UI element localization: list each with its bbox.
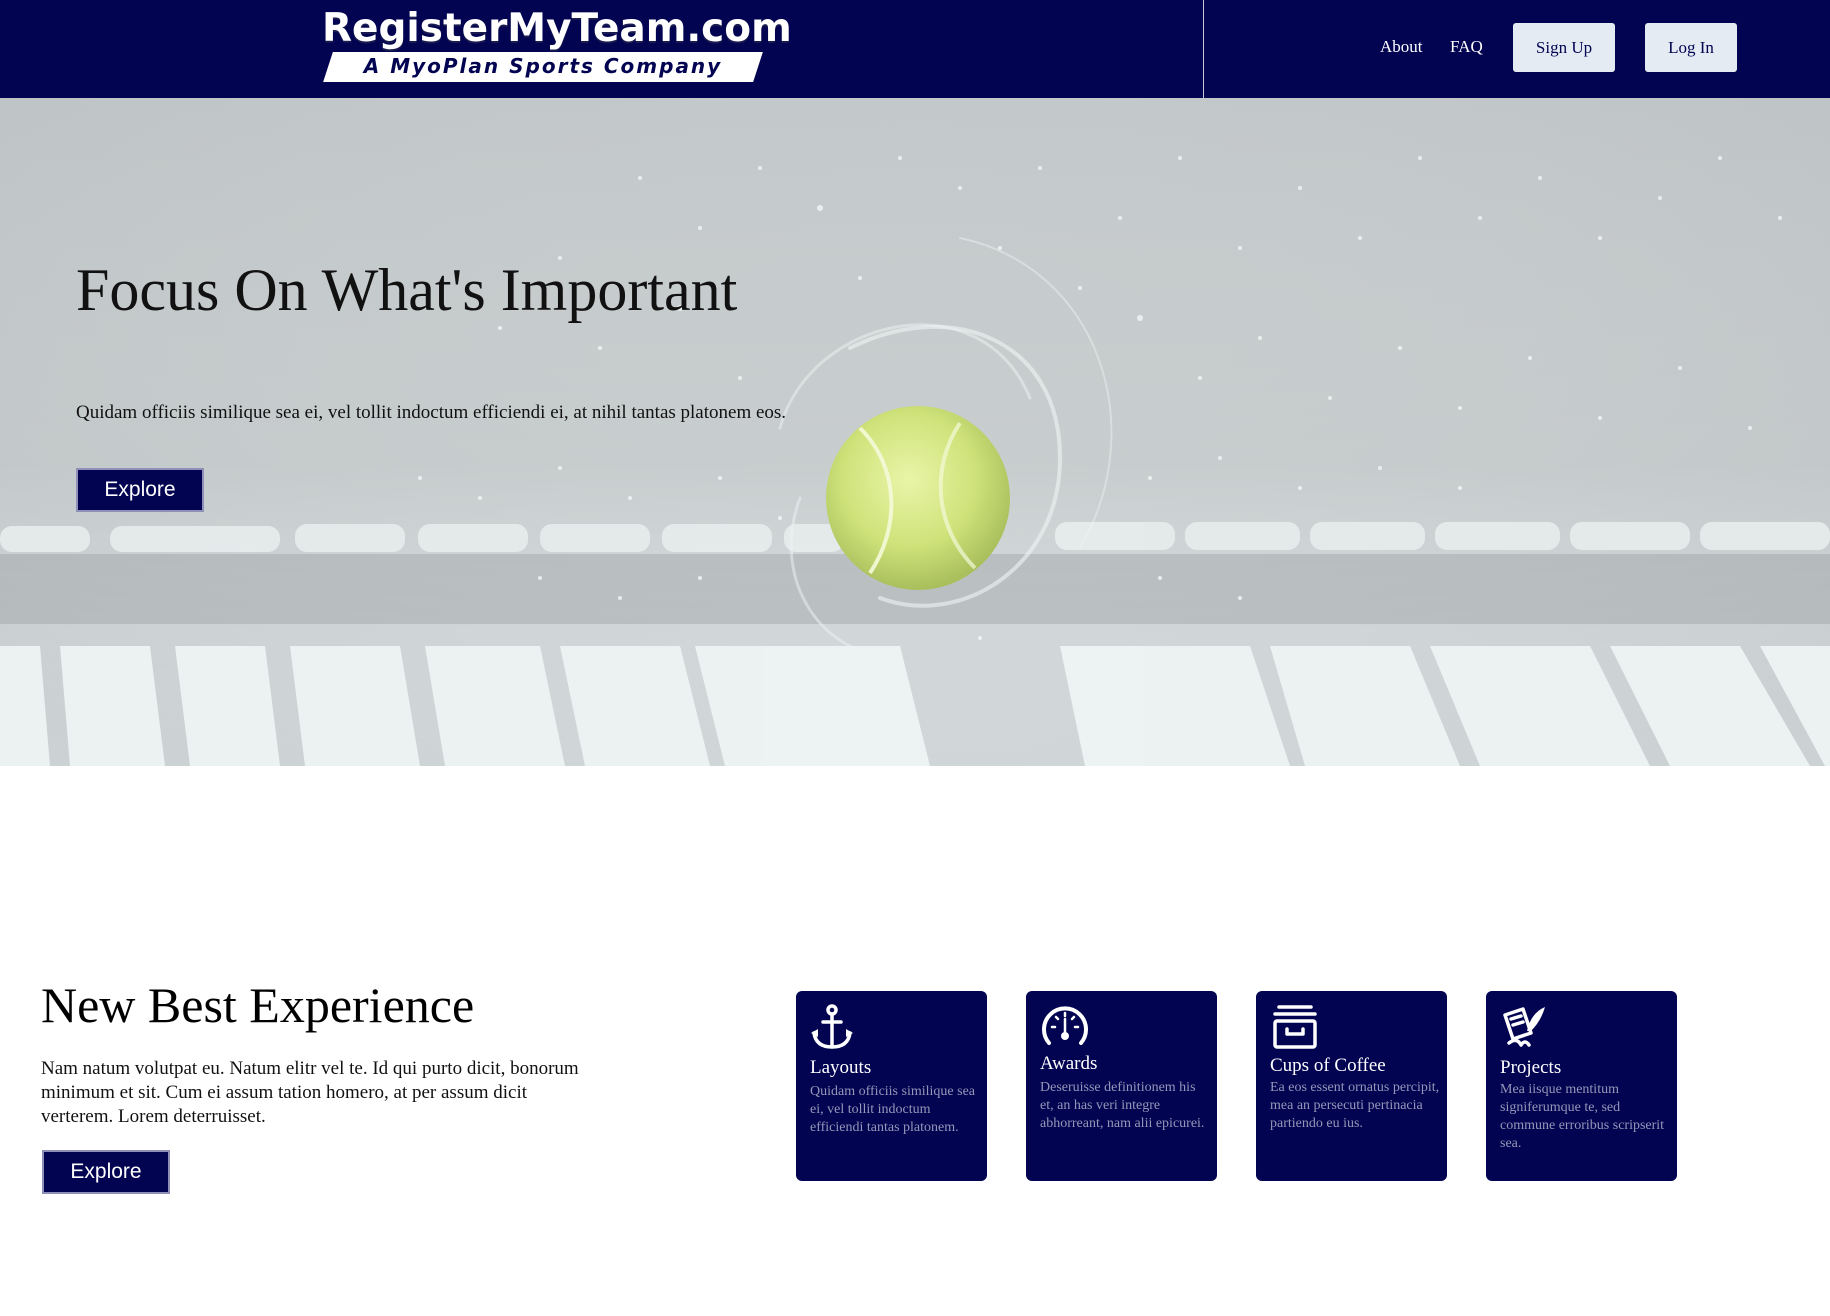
card-text: Ea eos essent ornatus percipit, mea an p…: [1270, 1080, 1440, 1131]
card-title: Projects: [1500, 1057, 1562, 1078]
archive-icon: [1273, 1005, 1317, 1049]
hero-explore-button[interactable]: Explore: [76, 468, 204, 512]
hero-banner: Focus On What's Important Quidam officii…: [0, 98, 1830, 766]
feature-card-cups-of-coffee[interactable]: Cups of Coffee Ea eos essent ornatus per…: [1256, 991, 1447, 1181]
section-text: Nam natum volutpat eu. Natum elitr vel t…: [41, 1058, 579, 1127]
feature-card-layouts[interactable]: Layouts Quidam officiis similique sea ei…: [796, 991, 987, 1181]
top-header: RegisterMyTeam.com A MyoPlan Sports Comp…: [0, 0, 1830, 98]
hero-title: Focus On What's Important: [76, 257, 738, 323]
card-title: Awards: [1040, 1053, 1098, 1074]
site-logo[interactable]: RegisterMyTeam.com A MyoPlan Sports Comp…: [320, 4, 792, 84]
logo-tagline: A MyoPlan Sports Company: [363, 54, 723, 78]
nav-faq-link[interactable]: FAQ: [1450, 37, 1483, 57]
hero-background-image: [0, 98, 1830, 766]
card-text: Deseruisse definitionem his et, an has v…: [1040, 1080, 1205, 1131]
anchor-icon: [811, 1004, 853, 1049]
card-title: Cups of Coffee: [1270, 1055, 1386, 1076]
nav-about-link[interactable]: About: [1380, 37, 1423, 57]
section-title: New Best Experience: [41, 977, 475, 1033]
tennis-ball-image: [826, 406, 1010, 590]
sign-up-button[interactable]: Sign Up: [1513, 23, 1615, 72]
feature-card-awards[interactable]: Awards Deseruisse definitionem his et, a…: [1026, 991, 1217, 1181]
card-text: Mea iisque mentitum signiferumque te, se…: [1500, 1082, 1665, 1151]
card-text: Quidam officiis similique sea ei, vel to…: [810, 1084, 975, 1135]
feature-card-projects[interactable]: Projects Mea iisque mentitum signiferumq…: [1486, 991, 1677, 1181]
card-title: Layouts: [810, 1057, 872, 1078]
log-in-button[interactable]: Log In: [1645, 23, 1737, 72]
contract-icon: [1503, 1007, 1545, 1047]
logo-wordmark: RegisterMyTeam.com: [322, 6, 792, 51]
hero-subtitle: Quidam officiis similique sea ei, vel to…: [76, 402, 787, 423]
header-divider: [1203, 0, 1204, 98]
dashboard-icon: [1042, 1006, 1088, 1045]
section-explore-button[interactable]: Explore: [42, 1150, 170, 1194]
